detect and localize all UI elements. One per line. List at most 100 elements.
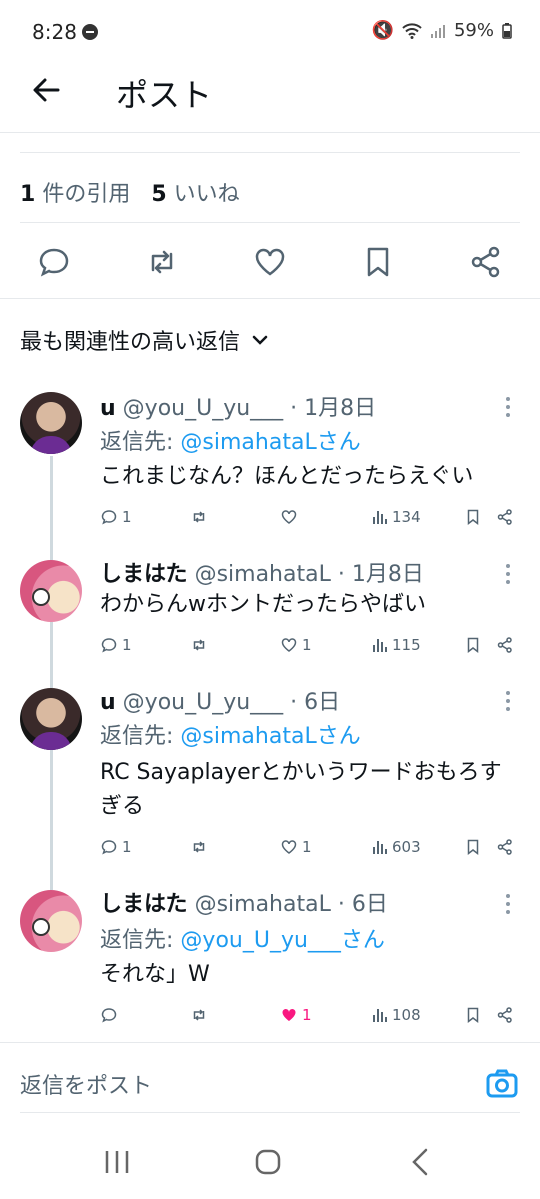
avatar[interactable] [20, 560, 82, 622]
back-arrow-icon[interactable] [28, 72, 64, 108]
user-handle: @you_U_yu___ [122, 396, 284, 421]
reply-count-value: 1 [122, 838, 132, 856]
display-name[interactable]: しまはた [100, 562, 188, 587]
reply-text: これまじなん？ほんとだったらえぐい [100, 464, 474, 489]
reply-sort-label: 最も関連性の高い返信 [20, 330, 241, 355]
views-value: 108 [392, 1006, 421, 1024]
likes-stat[interactable]: 5 いいね [151, 182, 239, 207]
post-stats: 1 件の引用 5 いいね [20, 176, 240, 208]
like-count-value: 1 [302, 1006, 312, 1024]
user-handle: @simahataL [194, 562, 331, 587]
views-value: 134 [392, 508, 421, 526]
views-value: 603 [392, 838, 421, 856]
reply-count[interactable]: 1 [100, 838, 132, 856]
reply-count-value: 1 [122, 636, 132, 654]
reply-count[interactable] [100, 1006, 122, 1024]
reply-to-line: 返信先: @you_U_yu___さん [100, 922, 385, 954]
reply-to-link[interactable]: @you_U_yu___さん [180, 928, 385, 953]
share-icon[interactable] [496, 636, 514, 654]
reply-text: わからんwホントだったらやばい [100, 592, 426, 617]
wifi-icon [402, 22, 422, 39]
like-button[interactable]: 1 [280, 636, 312, 654]
bookmark-icon[interactable] [360, 244, 396, 280]
user-handle: @simahataL [194, 892, 331, 917]
quotes-stat[interactable]: 1 件の引用 [20, 182, 130, 207]
status-bar: 8:28 🔇 59% [0, 0, 540, 60]
reply-actions: 1 134 [100, 508, 520, 532]
do-not-disturb-icon [82, 24, 98, 40]
reply-to-line: 返信先: @simahataLさん [100, 718, 361, 750]
retweet-icon[interactable] [190, 838, 208, 856]
display-name[interactable]: しまはた [100, 892, 188, 917]
share-icon[interactable] [496, 508, 514, 526]
like-button[interactable]: 1 [280, 838, 312, 856]
like-button[interactable]: 1 [280, 1006, 312, 1024]
more-options-icon[interactable] [500, 689, 516, 713]
reply-icon[interactable] [36, 244, 72, 280]
system-nav-bar [0, 1138, 540, 1199]
likes-label: いいね [173, 182, 240, 207]
reply-count[interactable]: 1 [100, 636, 132, 654]
camera-icon[interactable] [484, 1066, 520, 1102]
quotes-label: 件の引用 [42, 182, 131, 207]
reply-text: RC Sayaplayerとかいうワードおもろすぎる [100, 760, 502, 819]
more-options-icon[interactable] [500, 562, 516, 586]
views-count[interactable]: 603 [372, 838, 421, 856]
display-name[interactable]: u [100, 690, 116, 715]
user-handle: @you_U_yu___ [122, 690, 284, 715]
reply-to-line: 返信先: @simahataLさん [100, 424, 361, 456]
like-button[interactable] [280, 508, 302, 526]
avatar[interactable] [20, 688, 82, 750]
bookmark-icon[interactable] [464, 636, 482, 654]
thread-line [50, 622, 53, 688]
retweet-icon[interactable] [190, 1006, 208, 1024]
views-count[interactable]: 134 [372, 508, 421, 526]
like-count-value: 1 [302, 636, 312, 654]
reply-to-label: 返信先: [100, 430, 174, 455]
bookmark-icon[interactable] [464, 1006, 482, 1024]
share-icon[interactable] [496, 1006, 514, 1024]
reply-header: u @you_U_yu___ · 6日 [100, 684, 340, 716]
status-time: 8:28 [32, 20, 77, 44]
share-icon[interactable] [496, 838, 514, 856]
avatar[interactable] [20, 890, 82, 952]
views-count[interactable]: 115 [372, 636, 421, 654]
chevron-down-icon [250, 330, 270, 350]
post-date: · 6日 [290, 690, 341, 715]
reply-to-link[interactable]: @simahataLさん [180, 724, 360, 749]
reply-to-link[interactable]: @simahataLさん [180, 430, 360, 455]
more-options-icon[interactable] [500, 395, 516, 419]
home-icon[interactable] [254, 1148, 282, 1176]
retweet-icon[interactable] [190, 636, 208, 654]
avatar[interactable] [20, 392, 82, 454]
retweet-icon[interactable] [144, 244, 180, 280]
reply-count[interactable]: 1 [100, 508, 132, 526]
reply-header: しまはた @simahataL · 1月8日 [100, 556, 424, 588]
more-options-icon[interactable] [500, 892, 516, 916]
display-name[interactable]: u [100, 396, 116, 421]
retweet-icon[interactable] [190, 508, 208, 526]
reply-actions: 1 108 [100, 1006, 520, 1030]
views-count[interactable]: 108 [372, 1006, 421, 1024]
divider [20, 222, 520, 223]
reply-to-label: 返信先: [100, 724, 174, 749]
back-nav-icon[interactable] [410, 1148, 430, 1176]
battery-percent: 59% [453, 20, 494, 41]
post-date: · 1月8日 [290, 396, 377, 421]
post-date: · 6日 [337, 892, 388, 917]
reply-sort-dropdown[interactable]: 最も関連性の高い返信 [20, 324, 270, 356]
reply-to-label: 返信先: [100, 928, 174, 953]
page-title: ポスト [116, 76, 213, 114]
status-right: 🔇 59% [372, 20, 512, 41]
bookmark-icon[interactable] [464, 508, 482, 526]
battery-icon [502, 22, 512, 39]
signal-icon [430, 23, 446, 39]
quotes-count: 1 [20, 182, 36, 207]
like-icon[interactable] [252, 244, 288, 280]
mute-icon: 🔇 [371, 20, 394, 41]
bookmark-icon[interactable] [464, 838, 482, 856]
share-icon[interactable] [468, 244, 504, 280]
recent-apps-icon[interactable] [104, 1150, 130, 1174]
reply-text: それな」W [100, 962, 210, 987]
reply-input[interactable]: 返信をポスト [20, 1068, 152, 1100]
